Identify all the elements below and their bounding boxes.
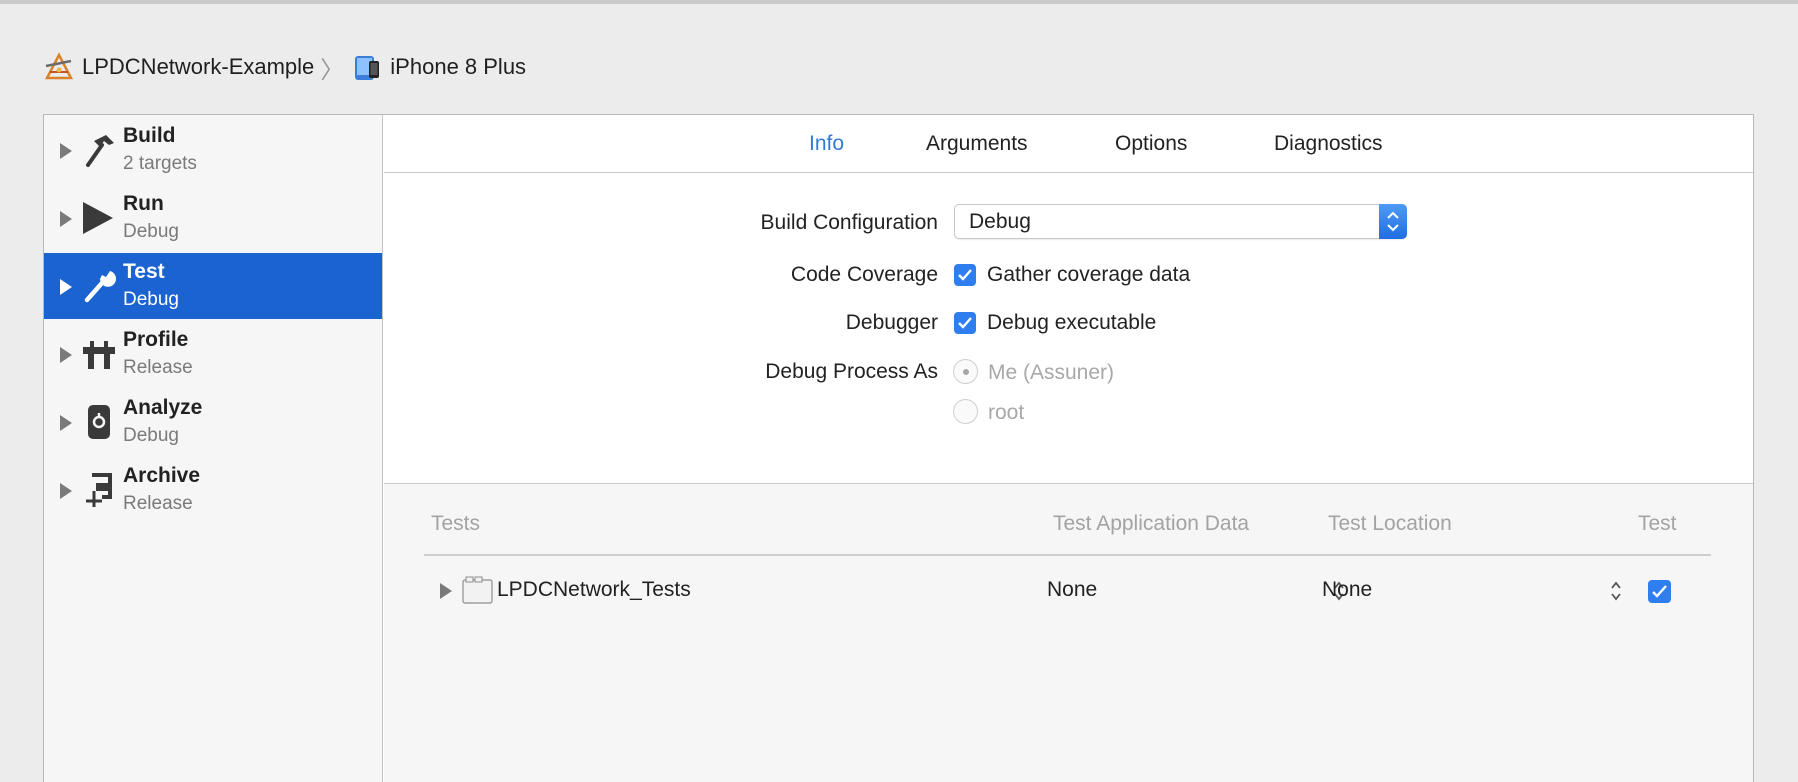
build-configuration-label: Build Configuration — [760, 211, 938, 234]
sidebar-item-label: Test — [123, 260, 165, 283]
test-bundle-icon — [462, 576, 493, 604]
checkmark-icon — [958, 317, 972, 329]
sidebar-item-sublabel: Debug — [123, 425, 179, 446]
window-top-border — [0, 0, 1798, 4]
sidebar-item-analyze[interactable]: Analyze Debug — [44, 389, 382, 455]
column-header-tests[interactable]: Tests — [431, 512, 480, 536]
sidebar-item-sublabel: Debug — [123, 221, 179, 242]
breadcrumb-device[interactable]: iPhone 8 Plus — [390, 54, 526, 80]
sidebar-item-test[interactable]: Test Debug — [44, 253, 382, 319]
disclosure-triangle-icon[interactable] — [440, 583, 452, 599]
table-row[interactable]: LPDCNetwork_Tests None None — [424, 564, 1711, 618]
sidebar-item-sublabel: Debug — [123, 289, 179, 310]
test-app-data-value[interactable]: None — [1047, 578, 1097, 602]
sidebar-item-sublabel: Release — [123, 493, 193, 514]
disclosure-triangle-icon[interactable] — [60, 347, 72, 363]
sidebar-item-label: Run — [123, 192, 164, 215]
sidebar-item-profile[interactable]: Profile Release — [44, 321, 382, 387]
updown-arrows-icon[interactable] — [1610, 579, 1622, 603]
checkmark-icon — [1652, 585, 1667, 598]
radio-me[interactable] — [953, 359, 978, 384]
tab-options[interactable]: Options — [1115, 132, 1187, 156]
wrench-icon — [80, 267, 118, 305]
breadcrumb-project[interactable]: LPDCNetwork-Example — [82, 54, 314, 80]
sidebar-item-run[interactable]: Run Debug — [44, 185, 382, 251]
debug-process-as-label: Debug Process As — [765, 360, 938, 383]
radio-root-label: root — [988, 401, 1025, 424]
sidebar-item-archive[interactable]: Archive Release — [44, 457, 382, 523]
tab-diagnostics[interactable]: Diagnostics — [1274, 132, 1383, 156]
sidebar-item-label: Archive — [123, 464, 201, 487]
debug-executable-checkbox[interactable] — [954, 312, 976, 334]
checkmark-icon — [958, 269, 972, 281]
caliper-icon — [80, 335, 118, 373]
popup-arrows-icon — [1379, 204, 1407, 239]
test-enabled-checkbox[interactable] — [1648, 580, 1671, 603]
column-header-test-application-data[interactable]: Test Application Data — [1053, 512, 1249, 536]
table-header-divider — [424, 554, 1711, 556]
test-target-name: LPDCNetwork_Tests — [497, 578, 691, 601]
gather-coverage-label[interactable]: Gather coverage data — [987, 263, 1190, 287]
build-configuration-popup[interactable]: Debug — [954, 204, 1407, 239]
build-configuration-value: Debug — [969, 210, 1031, 233]
sidebar-item-label: Build — [123, 124, 176, 147]
tab-info[interactable]: Info — [809, 132, 844, 156]
xcode-project-icon — [44, 52, 74, 82]
tab-bar: Info Arguments Options Diagnostics — [384, 115, 1753, 173]
scheme-actions-sidebar: Build 2 targets Run Debug Test Debug Pro… — [44, 115, 383, 782]
column-header-test-location[interactable]: Test Location — [1328, 512, 1452, 536]
sidebar-item-label: Analyze — [123, 396, 203, 419]
analyze-icon — [80, 403, 118, 441]
sidebar-item-sublabel: 2 targets — [123, 153, 197, 174]
sidebar-item-build[interactable]: Build 2 targets — [44, 117, 382, 183]
debug-executable-label[interactable]: Debug executable — [987, 311, 1156, 335]
radio-dot — [963, 369, 969, 375]
disclosure-triangle-icon[interactable] — [60, 143, 72, 159]
clamp-icon — [80, 471, 118, 509]
breadcrumb: LPDCNetwork-Example 〉 iPhone 8 Plus — [44, 50, 526, 84]
tab-arguments[interactable]: Arguments — [926, 132, 1028, 156]
debugger-label: Debugger — [845, 311, 938, 334]
scheme-editor-panel: Build 2 targets Run Debug Test Debug Pro… — [43, 114, 1754, 782]
column-header-test[interactable]: Test — [1638, 512, 1677, 536]
disclosure-triangle-icon[interactable] — [60, 279, 72, 295]
disclosure-triangle-icon[interactable] — [60, 211, 72, 227]
hammer-icon — [80, 131, 118, 169]
radio-root[interactable] — [953, 399, 978, 424]
sidebar-item-sublabel: Release — [123, 357, 193, 378]
test-location-value[interactable]: None — [1322, 578, 1372, 602]
sidebar-item-label: Profile — [123, 328, 189, 351]
breadcrumb-separator: 〉 — [320, 56, 345, 84]
disclosure-triangle-icon[interactable] — [60, 483, 72, 499]
radio-me-label: Me (Assuner) — [988, 361, 1115, 384]
iphone-simulator-icon — [352, 52, 382, 82]
play-icon — [80, 199, 118, 237]
gather-coverage-checkbox[interactable] — [954, 264, 976, 286]
code-coverage-label: Code Coverage — [790, 263, 938, 286]
disclosure-triangle-icon[interactable] — [60, 415, 72, 431]
